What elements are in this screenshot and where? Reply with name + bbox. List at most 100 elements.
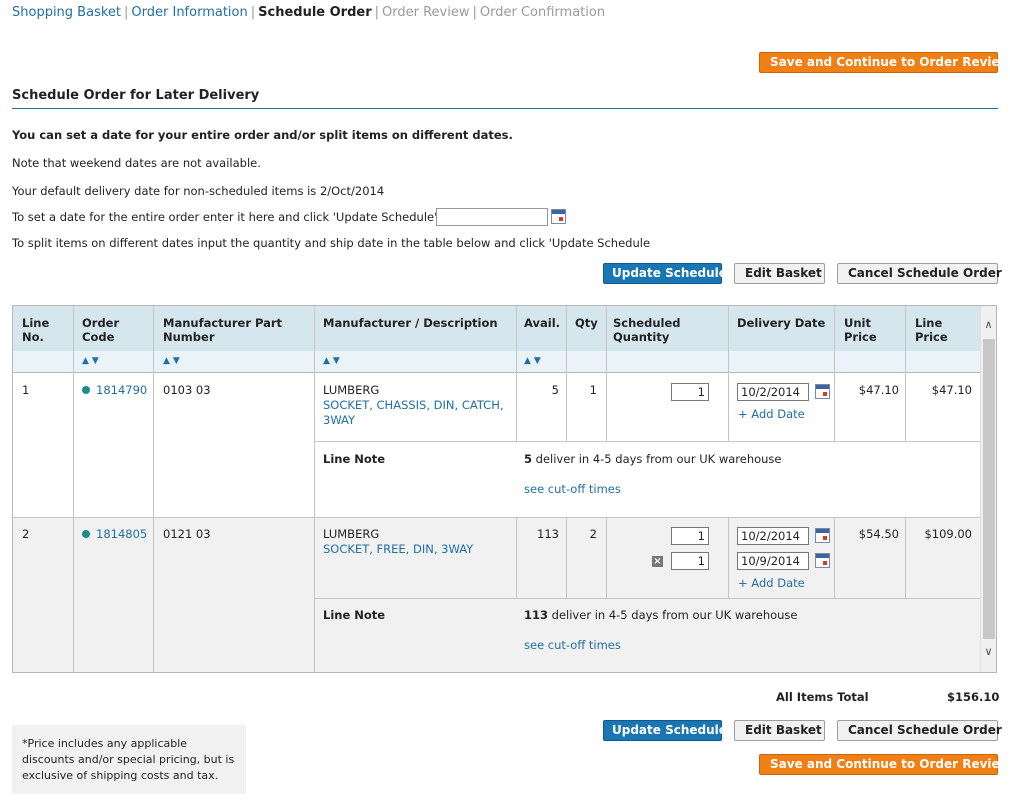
update-schedule-button-bottom[interactable]: Update Schedule (603, 720, 727, 741)
entire-order-text: To set a date for the entire order enter… (12, 210, 441, 224)
table-sort-row (13, 351, 982, 373)
calendar-icon[interactable] (551, 209, 566, 224)
edit-basket-button-bottom[interactable]: Edit Basket (734, 720, 825, 741)
row-2-line-note-label: Line Note (323, 608, 386, 622)
sort-order-code-icon[interactable]: ▲▼ (82, 356, 102, 366)
calendar-icon[interactable] (815, 528, 830, 543)
row-divider (314, 598, 982, 599)
cancel-schedule-button-bottom[interactable]: Cancel Schedule Order (837, 720, 1002, 741)
row-2-avail: 113 (537, 527, 559, 541)
header-mpn: Manufacturer Part Number (163, 316, 283, 344)
calendar-icon[interactable] (815, 553, 830, 568)
row-2-delivery-date-input-2[interactable]: 10/9/2014 (737, 552, 809, 570)
table-scrollbar[interactable]: ∧ ∨ (980, 306, 996, 672)
edit-basket-button-top[interactable]: Edit Basket (734, 263, 825, 284)
header-delivery-date: Delivery Date (737, 316, 826, 330)
sort-avail-icon[interactable]: ▲▼ (524, 356, 544, 366)
row-2-add-date-link[interactable]: + Add Date (738, 576, 805, 591)
col-divider (606, 517, 607, 598)
breadcrumb-separator: | (124, 5, 129, 20)
scrollbar-thumb[interactable] (983, 339, 995, 639)
row-2-line-note: 113 deliver in 4-5 days from our UK ware… (524, 608, 798, 622)
row-1-order-code[interactable]: 1814790 (82, 383, 147, 398)
breadcrumb-separator: | (374, 5, 380, 20)
row-2-unit-price: $54.50 (858, 527, 899, 541)
scroll-up-icon[interactable]: ∧ (981, 318, 996, 331)
col-divider (728, 517, 729, 598)
save-continue-button-top[interactable]: Save and Continue to Order Review (759, 52, 1010, 73)
breadcrumb-order-information[interactable]: Order Information (131, 5, 247, 20)
col-divider (905, 306, 906, 441)
row-1-line-no: 1 (22, 383, 30, 397)
cancel-schedule-button-top[interactable]: Cancel Schedule Order (837, 263, 1002, 284)
col-divider (834, 306, 835, 441)
default-date-text: Your default delivery date for non-sched… (12, 184, 385, 198)
header-unit-price: Unit Price (844, 316, 877, 344)
breadcrumb-schedule-order: Schedule Order (258, 5, 372, 20)
row-1-manufacturer: LUMBERG (323, 383, 380, 397)
row-2-line-no: 2 (22, 527, 30, 541)
sort-description-icon[interactable]: ▲▼ (323, 356, 343, 366)
breadcrumb-order-confirmation: Order Confirmation (479, 5, 606, 20)
price-footnote: *Price includes any applicable discounts… (12, 725, 246, 794)
row-1-qty: 1 (589, 383, 597, 397)
row-2-description: LUMBERG SOCKET, FREE, DIN, 3WAY (323, 527, 473, 557)
breadcrumb: Shopping Basket | Order Information | Schedu… (12, 5, 605, 20)
col-divider (728, 306, 729, 441)
row-1-line-note: 5 deliver in 4-5 days from our UK wareho… (524, 452, 782, 466)
breadcrumb-shopping-basket[interactable]: Shopping Basket (12, 5, 121, 20)
row-1-line-note-label: Line Note (323, 452, 386, 466)
split-note: To split items on different dates input … (12, 236, 651, 250)
row-2-sched-qty-input-1[interactable]: 1 (671, 527, 709, 545)
sort-mpn-icon[interactable]: ▲▼ (163, 356, 183, 366)
breadcrumb-order-review: Order Review (382, 5, 470, 20)
row-divider (314, 441, 982, 442)
header-line-no: Line No. (22, 316, 50, 344)
total-label: All Items Total (776, 690, 869, 704)
header-scheduled-qty: Scheduled Quantity (613, 316, 681, 344)
row-1-mpn: 0103 03 (163, 383, 211, 397)
update-schedule-button-top[interactable]: Update Schedule (603, 263, 727, 284)
row-1-product-link-cont[interactable]: 3WAY (323, 413, 504, 428)
row-2-cutoff-link[interactable]: see cut-off times (524, 638, 621, 653)
row-1-delivery-date-input-1[interactable]: 10/2/2014 (737, 383, 809, 401)
header-order-code: Order Code (82, 316, 120, 344)
entire-order-date-input[interactable] (436, 208, 548, 226)
row-2-manufacturer: LUMBERG (323, 527, 380, 541)
row-1-product-link[interactable]: SOCKET, CHASSIS, DIN, CATCH, (323, 398, 504, 413)
row-1-avail: 5 (551, 383, 559, 397)
row-2-product-link[interactable]: SOCKET, FREE, DIN, 3WAY (323, 542, 473, 557)
remove-schedule-icon[interactable]: × (652, 556, 663, 567)
row-1-line-price: $47.10 (931, 383, 972, 397)
col-divider (153, 306, 154, 672)
breadcrumb-separator: | (472, 5, 477, 20)
row-2-order-code[interactable]: 1814805 (82, 527, 147, 542)
in-stock-dot-icon (82, 529, 90, 538)
intro-text: You can set a date for your entire order… (12, 128, 513, 142)
calendar-icon[interactable] (815, 384, 830, 399)
schedule-table: Line No. Order Code Manufacturer Part Numbe… (12, 305, 997, 673)
row-divider (13, 517, 982, 518)
header-description: Manufacturer / Description (323, 316, 498, 330)
in-stock-dot-icon (82, 385, 90, 394)
header-avail: Avail. (524, 316, 560, 330)
col-divider (606, 306, 607, 441)
row-2-mpn: 0121 03 (163, 527, 211, 541)
row-1-cutoff-link[interactable]: see cut-off times (524, 482, 621, 497)
weekend-note: Note that weekend dates are not availabl… (12, 156, 261, 170)
row-1-description: LUMBERG SOCKET, CHASSIS, DIN, CATCH, 3WA… (323, 383, 504, 428)
scroll-down-icon[interactable]: ∨ (981, 645, 996, 658)
header-line-price: Line Price (915, 316, 948, 344)
header-qty: Qty (575, 316, 598, 330)
save-continue-button-bottom[interactable]: Save and Continue to Order Review (759, 754, 1010, 775)
section-divider (12, 108, 998, 109)
col-divider (73, 306, 74, 672)
total-value: $156.10 (947, 690, 1000, 704)
row-2-qty: 2 (589, 527, 597, 541)
row-2-delivery-date-input-1[interactable]: 10/2/2014 (737, 527, 809, 545)
row-2-sched-qty-input-2[interactable]: 1 (671, 552, 709, 570)
breadcrumb-separator: | (250, 5, 256, 20)
row-1-add-date-link[interactable]: + Add Date (738, 407, 805, 422)
row-1-sched-qty-input-1[interactable]: 1 (671, 383, 709, 401)
col-divider (566, 306, 567, 441)
